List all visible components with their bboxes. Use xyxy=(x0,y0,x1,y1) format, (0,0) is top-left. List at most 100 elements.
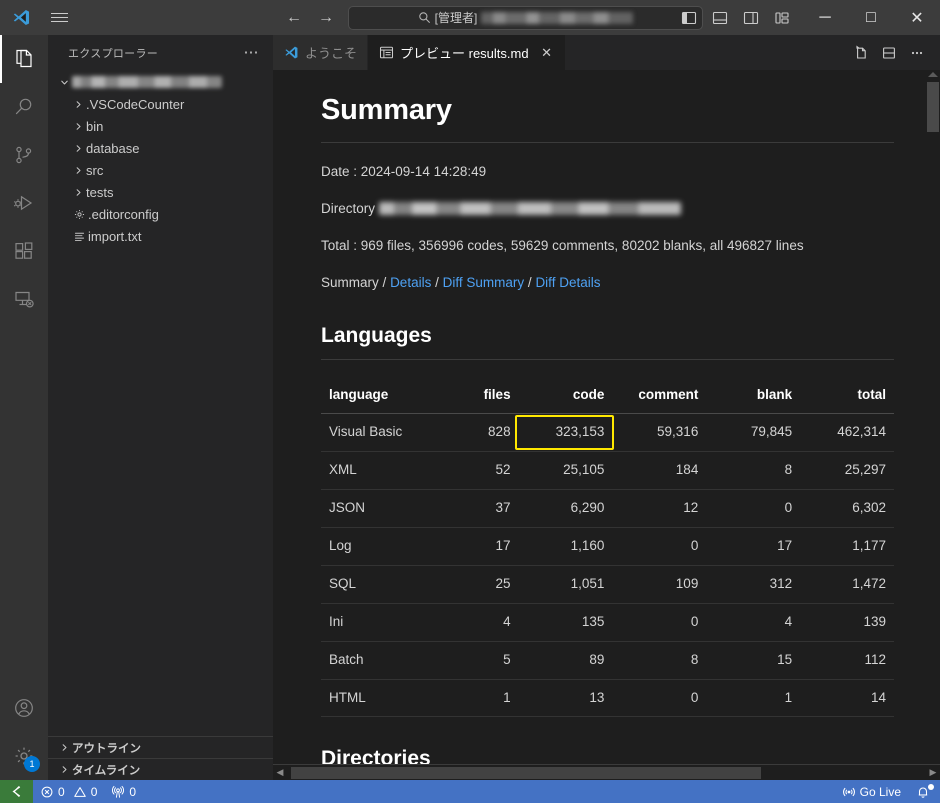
cell-files: 52 xyxy=(440,451,519,490)
cell-code-value: 323,153 xyxy=(555,424,605,440)
sidebar-item-explorer[interactable] xyxy=(0,35,48,83)
sidebar-item-extensions[interactable] xyxy=(0,227,48,275)
toggle-secondary-sidebar-icon[interactable] xyxy=(738,6,764,30)
cell-files: 4 xyxy=(440,603,519,642)
command-center-search[interactable]: [管理者] xyxy=(348,5,703,30)
sidebar-panel-outline[interactable]: アウトライン xyxy=(48,736,273,758)
tree-root-folder[interactable] xyxy=(48,71,273,93)
tab-close-button[interactable]: ✕ xyxy=(539,45,555,61)
ports-count: 0 xyxy=(129,784,137,799)
languages-table: language files code comment blank total … xyxy=(321,378,894,718)
minimize-button[interactable]: ─ xyxy=(802,0,848,35)
cell-total: 1,472 xyxy=(800,565,894,604)
status-problems[interactable]: 0 0 xyxy=(33,780,104,803)
breadcrumb-link-diff-summary[interactable]: Diff Summary xyxy=(443,275,525,290)
sidebar-item-search[interactable] xyxy=(0,83,48,131)
sidebar-more-actions-button[interactable]: ⋯ xyxy=(240,45,265,60)
open-source-button[interactable] xyxy=(848,40,874,66)
cell-files: 37 xyxy=(440,489,519,528)
accounts-button[interactable] xyxy=(0,684,48,732)
go-back-button[interactable]: ← xyxy=(281,7,307,29)
vertical-scrollbar[interactable] xyxy=(926,70,940,764)
files-icon xyxy=(12,47,36,71)
tree-item-src[interactable]: src xyxy=(48,159,273,181)
close-button[interactable]: ✕ xyxy=(894,0,940,35)
table-row: Log 17 1,160 0 17 1,177 xyxy=(321,527,894,566)
cell-comment: 12 xyxy=(612,489,707,528)
horizontal-scrollbar-thumb[interactable] xyxy=(291,766,761,779)
column-header-total: total xyxy=(800,378,894,415)
notifications-button[interactable] xyxy=(908,780,940,803)
file-tree[interactable]: .VSCodeCounter bin database src tests .e… xyxy=(48,70,273,736)
redacted-workspace-name xyxy=(481,11,634,24)
tree-item-label: src xyxy=(86,162,104,178)
warning-count: 0 xyxy=(90,784,98,799)
sidebar-item-run-and-debug[interactable] xyxy=(0,179,48,227)
horizontal-scrollbar[interactable]: ◀ ▶ xyxy=(273,764,940,780)
column-header-blank: blank xyxy=(706,378,801,415)
cell-code: 6,290 xyxy=(518,489,613,528)
activity-bar: 1 xyxy=(0,35,48,780)
horizontal-scrollbar-track[interactable] xyxy=(287,766,926,780)
scroll-right-arrow-icon[interactable]: ▶ xyxy=(926,767,940,778)
cell-total: 6,302 xyxy=(800,489,894,528)
explorer-sidebar: エクスプローラー ⋯ .VSCodeCounter bin database s… xyxy=(48,35,273,780)
hamburger-menu-icon[interactable] xyxy=(42,10,76,25)
layout-controls xyxy=(676,6,795,30)
table-row: JSON 37 6,290 12 0 6,302 xyxy=(321,489,894,528)
tree-item-database[interactable]: database xyxy=(48,137,273,159)
tree-item-tests[interactable]: tests xyxy=(48,181,273,203)
vertical-scrollbar-thumb[interactable] xyxy=(927,82,939,132)
toggle-panel-icon[interactable] xyxy=(707,6,733,30)
languages-heading: Languages xyxy=(321,320,894,361)
settings-button[interactable]: 1 xyxy=(0,732,48,780)
vscode-logo-icon xyxy=(284,45,299,60)
directory-line: Directory xyxy=(321,199,894,220)
go-forward-button[interactable]: → xyxy=(313,7,339,29)
source-control-icon xyxy=(12,143,36,167)
more-actions-button[interactable] xyxy=(904,40,930,66)
tab-welcome[interactable]: ようこそ xyxy=(273,35,369,70)
chevron-right-icon xyxy=(70,143,86,154)
sidebar-panel-timeline[interactable]: タイムライン xyxy=(48,758,273,780)
directories-heading: Directories xyxy=(321,743,894,764)
remote-window-button[interactable] xyxy=(0,780,33,803)
tree-item-editorconfig[interactable]: .editorconfig xyxy=(48,203,273,225)
sidebar-item-source-control[interactable] xyxy=(0,131,48,179)
go-live-button[interactable]: Go Live xyxy=(835,780,908,803)
radio-tower-icon xyxy=(111,785,125,799)
maximize-button[interactable]: □ xyxy=(848,0,894,35)
go-live-label: Go Live xyxy=(859,784,901,799)
cell-comment: 109 xyxy=(612,565,707,604)
sidebar-collapsed-panels: アウトライン タイムライン xyxy=(48,736,273,780)
tab-preview-results-md[interactable]: プレビュー results.md ✕ xyxy=(368,35,566,70)
scroll-left-arrow-icon[interactable]: ◀ xyxy=(273,767,287,778)
extensions-icon xyxy=(12,239,36,263)
tree-item-vscodecounter[interactable]: .VSCodeCounter xyxy=(48,93,273,115)
breadcrumb-sep: / xyxy=(435,274,439,290)
table-row: XML 52 25,105 184 8 25,297 xyxy=(321,451,894,490)
tree-item-import-txt[interactable]: import.txt xyxy=(48,225,273,247)
cell-language: JSON xyxy=(321,489,441,528)
status-bar-right: Go Live xyxy=(835,780,940,803)
sidebar-item-remote-explorer[interactable] xyxy=(0,275,48,323)
workbench-body: 1 エクスプローラー ⋯ .VSCodeCounter bin database… xyxy=(0,35,940,780)
toggle-primary-sidebar-icon[interactable] xyxy=(676,6,702,30)
editor-tab-bar: ようこそ プレビュー results.md ✕ xyxy=(273,35,940,70)
customize-layout-icon[interactable] xyxy=(769,6,795,30)
preview-icon xyxy=(379,45,394,60)
date-line: Date : 2024-09-14 14:28:49 xyxy=(321,163,487,179)
tree-item-bin[interactable]: bin xyxy=(48,115,273,137)
split-editor-down-button[interactable] xyxy=(876,40,902,66)
breadcrumb-link-details[interactable]: Details xyxy=(390,275,431,290)
scroll-up-arrow-icon[interactable] xyxy=(928,72,938,77)
markdown-preview-scroll[interactable]: Summary Date : 2024-09-14 14:28:49 Direc… xyxy=(273,70,940,764)
status-ports[interactable]: 0 xyxy=(104,780,143,803)
cell-code: 25,105 xyxy=(518,451,613,490)
cell-code-highlighted: 323,153 xyxy=(514,413,615,453)
gear-file-icon xyxy=(70,208,88,221)
cell-files: 25 xyxy=(440,565,519,604)
breadcrumb-link-diff-details[interactable]: Diff Details xyxy=(535,275,600,290)
cell-total: 1,177 xyxy=(800,527,894,566)
activity-bar-bottom: 1 xyxy=(0,684,48,780)
